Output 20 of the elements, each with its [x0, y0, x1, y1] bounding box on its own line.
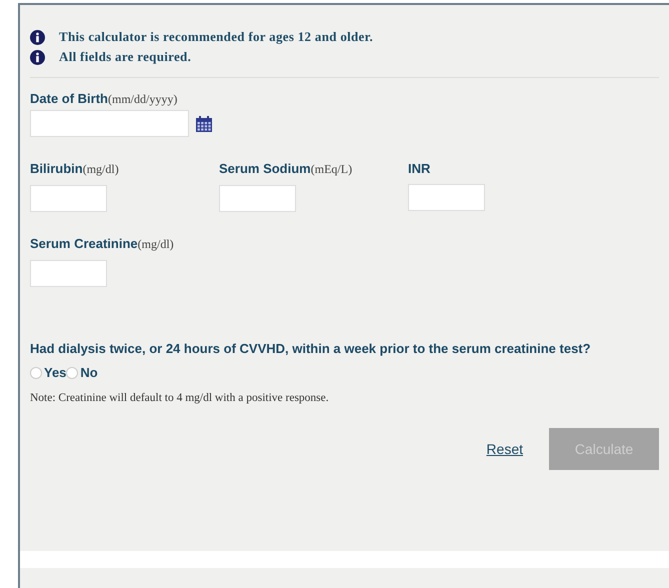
- reset-link[interactable]: Reset: [486, 441, 523, 457]
- calendar-icon[interactable]: [195, 114, 213, 132]
- notice-text: All fields are required.: [59, 49, 192, 65]
- question-text: Had dialysis twice, or 24 hours of CVVHD, within a week prior to the serum creatinine test?: [30, 340, 592, 358]
- radio-option[interactable]: Yes: [30, 365, 66, 380]
- radio-option[interactable]: No: [66, 365, 98, 380]
- number-input[interactable]: [30, 185, 107, 212]
- field-label: Serum Sodium(mEq/L): [219, 161, 354, 177]
- field-label: Bilirubin(mg/dl): [30, 161, 120, 177]
- number-input[interactable]: [408, 184, 485, 211]
- info-icon: [30, 30, 45, 44]
- note-text: Note: Creatinine will default to 4 mg/dl with a positive response.: [30, 392, 330, 404]
- field-label: INR: [408, 161, 432, 176]
- number-input[interactable]: [219, 185, 296, 212]
- number-input[interactable]: [30, 260, 107, 287]
- info-icon: [30, 50, 45, 64]
- date-input[interactable]: [30, 110, 189, 137]
- notice-text: This calculator is recommended for ages 12 and older.: [59, 29, 374, 45]
- field-label: Date of Birth(mm/dd/yyyy): [30, 91, 178, 107]
- field-label: Serum Creatinine(mg/dl): [30, 236, 175, 252]
